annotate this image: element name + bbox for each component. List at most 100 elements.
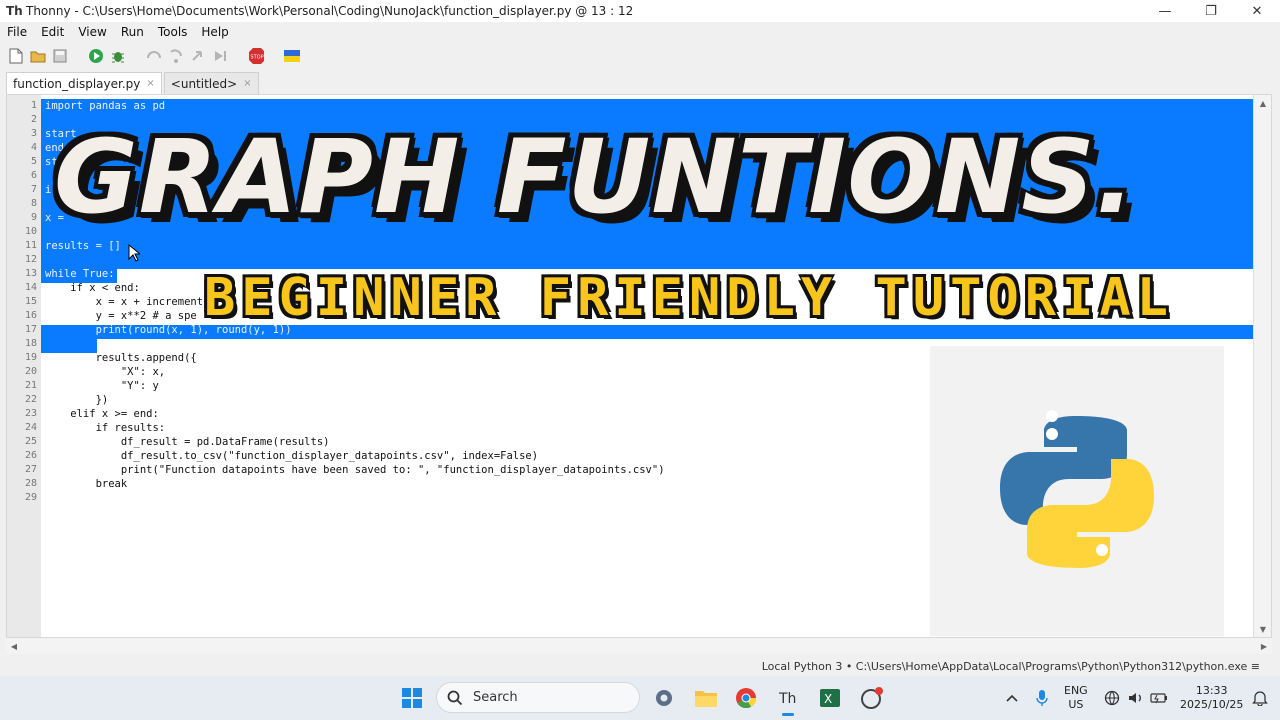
code-line[interactable]: break [45, 477, 128, 491]
line-number: 5 [30, 156, 37, 167]
line-number: 26 [24, 450, 37, 461]
network-icon[interactable] [1104, 676, 1120, 720]
code-line[interactable]: import pandas as pd [45, 99, 165, 113]
tab-function-displayer[interactable]: function_displayer.py × [6, 72, 162, 94]
svg-text:X: X [824, 692, 832, 706]
code-line[interactable]: x = x + increment [45, 295, 203, 309]
line-number: 15 [24, 296, 37, 307]
menu-bar: File Edit View Run Tools Help [0, 22, 1280, 42]
battery-icon[interactable] [1150, 676, 1168, 720]
line-number: 27 [24, 464, 37, 475]
code-line[interactable]: print("Function datapoints have been sav… [45, 463, 665, 477]
line-number: 13 [24, 268, 37, 279]
code-line[interactable]: y = x**2 # a spe [45, 309, 197, 323]
code-line[interactable]: df_result = pd.DataFrame(results) [45, 435, 330, 449]
menu-run[interactable]: Run [114, 25, 151, 39]
maximize-button[interactable]: ❐ [1188, 0, 1234, 22]
code-line[interactable]: i [45, 183, 51, 197]
code-line[interactable]: "X": x, [45, 365, 165, 379]
line-number: 4 [30, 142, 37, 153]
clock-date: 2025/10/25 [1180, 698, 1244, 711]
toolbar: STOP [0, 42, 1280, 70]
line-number: 16 [24, 310, 37, 321]
code-line[interactable]: elif x >= end: [45, 407, 159, 421]
menu-edit[interactable]: Edit [34, 25, 71, 39]
editor-tabs: function_displayer.py × <untitled> × [0, 72, 1280, 94]
mouse-cursor-icon [128, 244, 140, 262]
new-file-icon[interactable] [8, 48, 24, 64]
line-number: 10 [24, 226, 37, 237]
clock-time: 13:33 [1195, 684, 1228, 697]
open-folder-icon[interactable] [30, 48, 46, 64]
line-number: 23 [24, 408, 37, 419]
volume-icon[interactable] [1128, 676, 1144, 720]
code-line[interactable]: results.append({ [45, 351, 197, 365]
scroll-left-arrow-icon[interactable]: ◀ [6, 638, 22, 654]
step-into-icon[interactable] [168, 48, 184, 64]
vertical-scrollbar[interactable]: ▲ ▼ [1253, 95, 1271, 637]
taskbar-search[interactable]: Search [436, 682, 640, 713]
code-line[interactable]: results = [] [45, 239, 121, 253]
line-number: 24 [24, 422, 37, 433]
code-line[interactable] [45, 337, 96, 351]
stop-icon[interactable]: STOP [248, 48, 264, 64]
menu-help[interactable]: Help [194, 25, 235, 39]
ukraine-flag-icon[interactable] [284, 48, 300, 64]
line-number: 18 [24, 338, 37, 349]
horizontal-scrollbar[interactable]: ◀ ▶ [6, 638, 1272, 654]
code-line[interactable]: if results: [45, 421, 166, 435]
line-number: 17 [24, 324, 37, 335]
code-line[interactable]: if x < end: [45, 281, 140, 295]
scroll-up-arrow-icon[interactable]: ▲ [1254, 95, 1272, 111]
chrome-icon[interactable] [732, 684, 760, 712]
clock[interactable]: 13:33 2025/10/25 [1180, 676, 1243, 720]
line-number: 25 [24, 436, 37, 447]
menu-view[interactable]: View [71, 25, 113, 39]
microphone-icon[interactable] [1036, 676, 1048, 720]
line-number: 19 [24, 352, 37, 363]
code-line[interactable]: "Y": y [45, 379, 159, 393]
step-out-icon[interactable] [190, 48, 206, 64]
show-hidden-icons-icon[interactable] [1006, 676, 1018, 720]
save-icon[interactable] [52, 48, 68, 64]
windows-taskbar: Search Th X ENG US 13:33 2025/10/25 [0, 676, 1280, 720]
svg-text:Th: Th [778, 691, 796, 707]
status-bar: Local Python 3 • C:\Users\Home\AppData\L… [0, 656, 1280, 676]
debug-icon[interactable] [110, 48, 126, 64]
line-number: 28 [24, 478, 37, 489]
menu-file[interactable]: File [0, 25, 34, 39]
run-icon[interactable] [88, 48, 104, 64]
excel-icon[interactable]: X [816, 684, 844, 712]
settings-icon[interactable] [650, 684, 678, 712]
code-line[interactable]: df_result.to_csv("function_displayer_dat… [45, 449, 538, 463]
search-placeholder: Search [473, 690, 518, 705]
recording-app-icon[interactable] [858, 684, 886, 712]
tab-untitled[interactable]: <untitled> × [163, 72, 259, 94]
interpreter-status[interactable]: Local Python 3 • C:\Users\Home\AppData\L… [762, 660, 1260, 673]
resume-icon[interactable] [212, 48, 228, 64]
scroll-down-arrow-icon[interactable]: ▼ [1254, 621, 1272, 637]
title-bar: Th Thonny - C:\Users\Home\Documents\Work… [0, 0, 1280, 22]
line-number: 1 [30, 100, 37, 111]
tab-close-icon[interactable]: × [243, 78, 251, 89]
code-line[interactable]: }) [45, 393, 109, 407]
tab-label: function_displayer.py [13, 76, 141, 91]
line-number: 29 [24, 492, 37, 503]
line-number: 3 [30, 128, 37, 139]
line-number: 8 [30, 198, 37, 209]
notification-icon[interactable] [1252, 676, 1268, 720]
menu-tools[interactable]: Tools [151, 25, 195, 39]
overlay-title: GRAPH FUNTIONS. [54, 118, 1136, 237]
code-line[interactable]: while True: [45, 267, 115, 281]
file-explorer-icon[interactable] [692, 684, 720, 712]
line-number: 22 [24, 394, 37, 405]
tab-close-icon[interactable]: × [146, 78, 154, 89]
close-button[interactable]: ✕ [1234, 0, 1280, 22]
language-indicator[interactable]: ENG US [1064, 676, 1088, 720]
thonny-taskbar-icon[interactable]: Th [774, 684, 802, 716]
windows-start-icon[interactable] [398, 684, 426, 712]
minimize-button[interactable]: — [1142, 0, 1188, 22]
tab-label: <untitled> [170, 76, 238, 91]
step-over-icon[interactable] [146, 48, 162, 64]
scroll-right-arrow-icon[interactable]: ▶ [1256, 638, 1272, 654]
